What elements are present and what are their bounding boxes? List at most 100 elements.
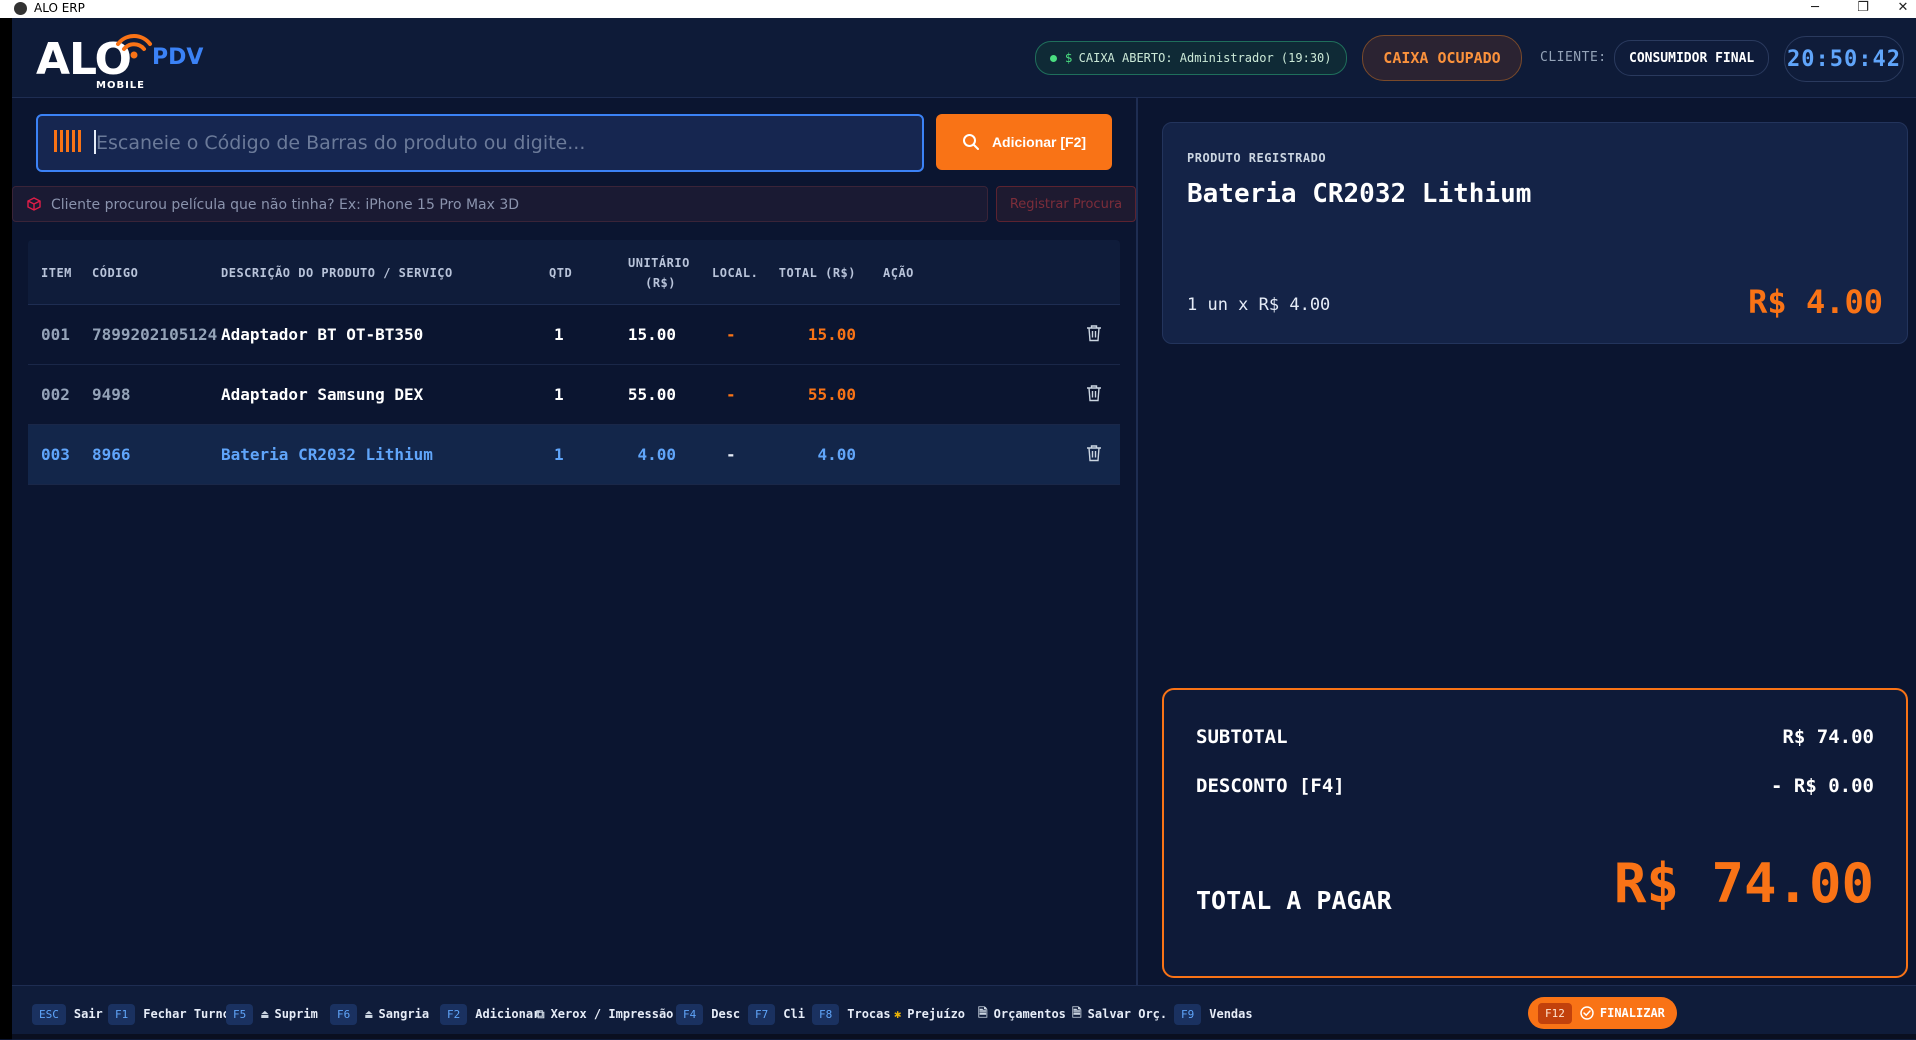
- summary-panel: PRODUTO REGISTRADO Bateria CR2032 Lithiu…: [1138, 98, 1916, 1003]
- table-header: ITEM CÓDIGO DESCRIÇÃO DO PRODUTO / SERVI…: [28, 240, 1120, 305]
- header: ALO MOBILE PDV $ CAIXA ABERTO: Administr…: [12, 18, 1916, 98]
- key-badge: F6: [330, 1003, 358, 1025]
- cliente-selector[interactable]: CONSUMIDOR FINAL: [1614, 40, 1770, 76]
- cliente-label: CLIENTE:: [1540, 50, 1607, 65]
- cell-local: -: [726, 385, 736, 404]
- totais-card: SUBTOTAL R$ 74.00 DESCONTO [F4] - R$ 0.0…: [1162, 688, 1908, 978]
- close-icon[interactable]: ✕: [1888, 0, 1916, 18]
- barcode-input[interactable]: [94, 124, 898, 162]
- shortcut-trocas[interactable]: F8 Trocas: [812, 1000, 891, 1028]
- cell-total: 15.00: [807, 325, 856, 344]
- produto-registrado-card: PRODUTO REGISTRADO Bateria CR2032 Lithiu…: [1162, 122, 1908, 344]
- cell-unitario: 4.00: [637, 445, 676, 464]
- status-dot-icon: [1050, 54, 1057, 62]
- table-row[interactable]: 001 7899202105124 Adaptador BT OT-BT350 …: [28, 305, 1120, 365]
- shortcut-adicionar[interactable]: F2 Adicionar: [440, 1000, 540, 1028]
- minimize-icon[interactable]: ─: [1800, 0, 1830, 18]
- cell-qtd: 1: [554, 385, 564, 404]
- th-total: TOTAL (R$): [778, 266, 856, 280]
- th-codigo: CÓDIGO: [92, 266, 139, 280]
- wifi-icon: [116, 34, 152, 59]
- shortcut-orcamentos[interactable]: 🗎 Orçamentos: [978, 1000, 1066, 1028]
- finalizar-label: FINALIZAR: [1599, 1006, 1665, 1020]
- table-row-selected[interactable]: 003 8966 Bateria CR2032 Lithium 1 4.00 -…: [28, 425, 1120, 485]
- caixa-ocupado-button[interactable]: CAIXA OCUPADO: [1362, 35, 1522, 81]
- shortcut-label: Adicionar: [475, 1007, 541, 1021]
- shortcut-suprimento[interactable]: F5 ⏏ Suprim: [226, 1000, 318, 1028]
- shortcut-cliente[interactable]: F7 Cli: [748, 1000, 805, 1028]
- cash-out-icon: ⏏: [365, 1007, 373, 1021]
- shortcut-prejuizo[interactable]: ✱ Prejuízo: [894, 1000, 965, 1028]
- th-acao: AÇÃO: [883, 266, 914, 280]
- window-titlebar: ALO ERP ─ ❐ ✕: [0, 0, 1916, 18]
- bug-icon: ✱: [894, 1007, 902, 1021]
- procura-input[interactable]: [49, 191, 973, 219]
- key-badge: F4: [676, 1003, 704, 1025]
- shortcut-sair[interactable]: ESC Sair: [32, 1000, 103, 1028]
- cell-total: 55.00: [807, 385, 856, 404]
- shortcut-bar: ESC Sair F1 Fechar Turno F5 ⏏ Suprim F6 …: [12, 985, 1916, 1040]
- trash-icon[interactable]: [1086, 324, 1102, 342]
- trash-icon[interactable]: [1086, 384, 1102, 402]
- cell-local: -: [726, 445, 736, 464]
- shortcut-xerox[interactable]: ⧉ Xerox / Impressão: [536, 1000, 673, 1028]
- document-icon: 🗎: [978, 1005, 988, 1020]
- key-badge: F8: [812, 1003, 840, 1025]
- key-badge: F1: [108, 1003, 136, 1025]
- shortcut-fechar-turno[interactable]: F1 Fechar Turno: [108, 1000, 230, 1028]
- finalizar-button[interactable]: F12 FINALIZAR: [1528, 997, 1677, 1029]
- cell-codigo: 8966: [92, 445, 131, 464]
- cell-codigo: 7899202105124: [92, 325, 218, 344]
- shortcut-label: Orçamentos: [993, 1007, 1066, 1021]
- shortcut-label: Sangria: [378, 1007, 430, 1021]
- produto-qty-line: 1 un x R$ 4.00: [1187, 295, 1331, 315]
- cell-qtd: 1: [554, 325, 564, 344]
- produto-name: Bateria CR2032 Lithium: [1187, 179, 1532, 209]
- restore-icon[interactable]: ❐: [1848, 0, 1878, 18]
- produto-price: R$ 4.00: [1748, 283, 1883, 321]
- registrar-procura-button[interactable]: Registrar Procura: [996, 186, 1136, 222]
- shortcut-salvar-orcamento[interactable]: 🗎 Salvar Orç.: [1072, 1000, 1167, 1028]
- search-icon: [962, 134, 979, 150]
- shortcut-label: Desc: [711, 1007, 741, 1021]
- shortcut-label: Xerox / Impressão: [550, 1007, 674, 1021]
- shortcut-label: Vendas: [1209, 1007, 1253, 1021]
- cell-item: 003: [41, 445, 70, 464]
- table-row[interactable]: 002 9498 Adaptador Samsung DEX 1 55.00 -…: [28, 365, 1120, 425]
- shortcut-desconto[interactable]: F4 Desc: [676, 1000, 740, 1028]
- shortcut-sangria[interactable]: F6 ⏏ Sangria: [330, 1000, 429, 1028]
- sale-panel: Adicionar [F2] Registrar Procura ITEM CÓ…: [12, 98, 1138, 1003]
- shortcut-label: Trocas: [847, 1007, 891, 1021]
- desconto-label: DESCONTO [F4]: [1196, 775, 1345, 797]
- cube-icon: [27, 197, 41, 211]
- procura-field[interactable]: [12, 186, 988, 222]
- window-left-border: [0, 18, 12, 1039]
- logo: ALO MOBILE: [36, 28, 156, 91]
- cell-descricao: Adaptador Samsung DEX: [221, 385, 424, 404]
- barcode-search[interactable]: [36, 114, 924, 172]
- shortcut-label: Suprim: [274, 1007, 318, 1021]
- barcode-icon: [54, 130, 82, 152]
- th-unitario-unit: (R$): [645, 276, 676, 290]
- window-title: ALO ERP: [34, 1, 85, 15]
- th-local: LOCAL.: [712, 266, 759, 280]
- shortcut-vendas[interactable]: F9 Vendas: [1174, 1000, 1253, 1028]
- caixa-status-text: CAIXA ABERTO: Administrador (19:30): [1078, 51, 1332, 65]
- cell-item: 002: [41, 385, 70, 404]
- cell-descricao: Adaptador BT OT-BT350: [221, 325, 424, 344]
- cell-descricao: Bateria CR2032 Lithium: [221, 445, 433, 464]
- trash-icon[interactable]: [1086, 444, 1102, 462]
- key-badge: F12: [1538, 1002, 1572, 1024]
- th-item: ITEM: [41, 266, 72, 280]
- cell-codigo: 9498: [92, 385, 131, 404]
- shortcut-label: Cli: [783, 1007, 805, 1021]
- key-badge: ESC: [32, 1003, 66, 1025]
- document-icon: 🗎: [1072, 1005, 1082, 1020]
- shortcut-label: Salvar Orç.: [1087, 1007, 1168, 1021]
- total-label: TOTAL A PAGAR: [1196, 886, 1392, 915]
- cell-item: 001: [41, 325, 70, 344]
- pdv-app: ALO MOBILE PDV $ CAIXA ABERTO: Administr…: [12, 18, 1916, 1040]
- th-descricao: DESCRIÇÃO DO PRODUTO / SERVIÇO: [221, 266, 453, 280]
- add-product-button[interactable]: Adicionar [F2]: [936, 114, 1112, 170]
- cell-unitario: 55.00: [627, 385, 676, 404]
